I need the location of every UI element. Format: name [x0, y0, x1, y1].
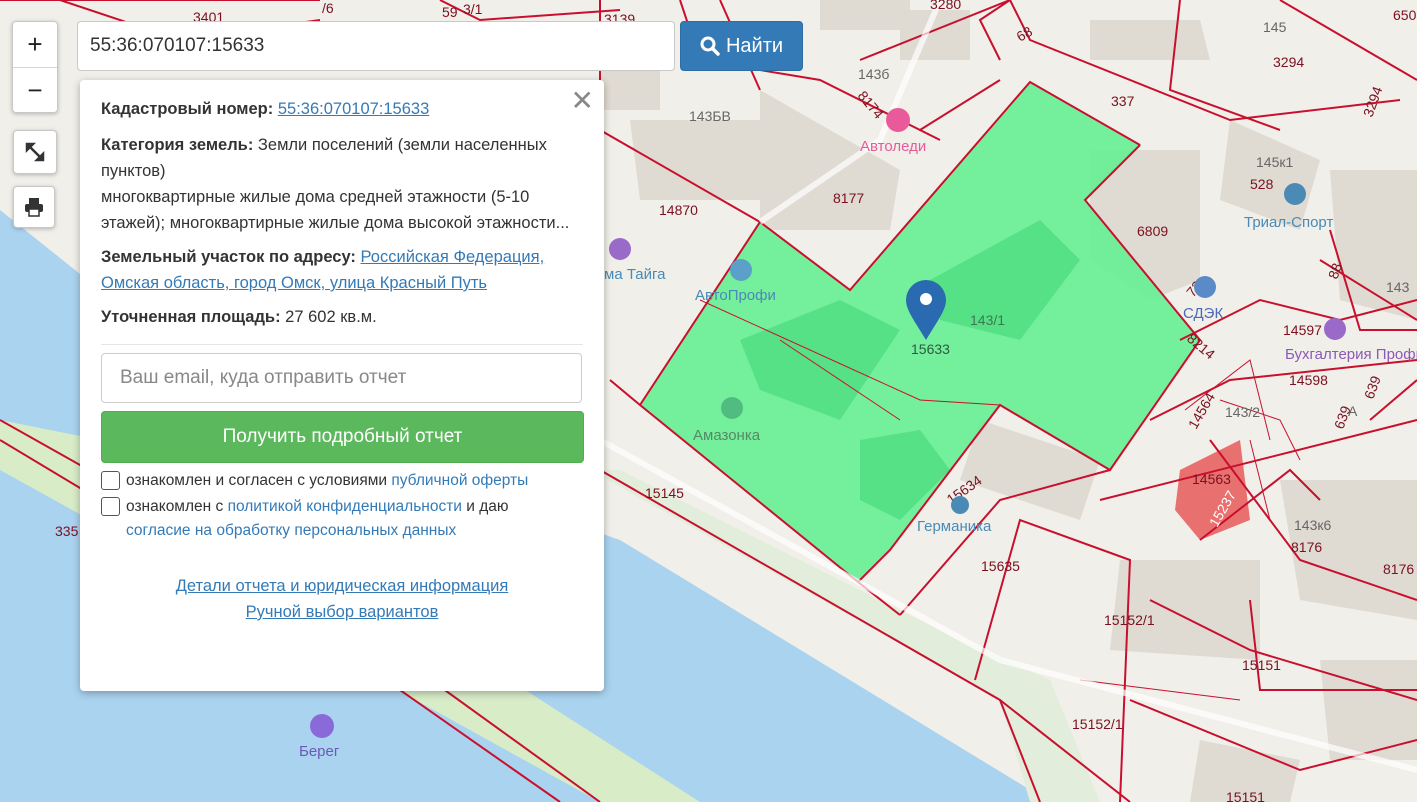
search-button-label: Найти — [725, 34, 784, 57]
svg-text:14598: 14598 — [1289, 372, 1328, 388]
svg-text:8177: 8177 — [833, 190, 864, 206]
svg-text:14597: 14597 — [1283, 322, 1322, 338]
offer-agreement-row: ознакомлен и согласен с условиями публич… — [101, 469, 583, 493]
manual-selection-link[interactable]: Ручной выбор вариантов — [246, 599, 439, 625]
svg-text:15151: 15151 — [1242, 657, 1281, 673]
office-icon — [1324, 318, 1346, 340]
svg-text:15152/1: 15152/1 — [1072, 716, 1123, 732]
svg-text:3/1: 3/1 — [463, 1, 483, 17]
svg-text:143: 143 — [1386, 279, 1410, 295]
expand-icon — [25, 142, 45, 162]
spa-icon — [721, 397, 743, 419]
fullscreen-button[interactable] — [13, 130, 57, 174]
panel-links: Детали отчета и юридическая информация Р… — [101, 573, 583, 625]
svg-text:15635: 15635 — [981, 558, 1020, 574]
privacy-text: ознакомлен с — [126, 498, 228, 515]
close-icon[interactable]: ✕ — [571, 86, 594, 116]
poi-label: Берег — [299, 743, 340, 760]
svg-text:145: 145 — [1263, 19, 1287, 35]
divider — [101, 344, 583, 345]
marker-label: 15633 — [911, 341, 950, 357]
svg-text:8176: 8176 — [1383, 561, 1414, 577]
svg-text:337: 337 — [1111, 93, 1135, 109]
svg-text:8176: 8176 — [1291, 539, 1322, 555]
svg-text:145к1: 145к1 — [1256, 154, 1293, 170]
poi-label: Амазонка — [693, 427, 761, 444]
poi-label: Триал-Спорт — [1244, 214, 1333, 231]
privacy-agreement-row: ознакомлен с политикой конфиденциальност… — [101, 495, 583, 543]
shop-icon — [1284, 183, 1306, 205]
poi-label: Германика — [917, 518, 992, 535]
svg-text:/6: /6 — [322, 0, 334, 16]
poi-label: Бухгалтерия Профи — [1285, 346, 1417, 363]
svg-text:143/2: 143/2 — [1225, 404, 1260, 420]
svg-text:528: 528 — [1250, 176, 1274, 192]
category-label: Категория земель: — [101, 136, 254, 154]
svg-text:143к6: 143к6 — [1294, 517, 1331, 533]
car-service-icon — [730, 259, 752, 281]
privacy-policy-link[interactable]: политикой конфиденциальности — [228, 498, 462, 515]
svg-text:143б: 143б — [858, 66, 889, 82]
poi-label: ма Тайга — [604, 266, 666, 283]
svg-text:650: 650 — [1393, 7, 1417, 23]
usage-text: многоквартирные жилые дома средней этажн… — [101, 188, 570, 232]
svg-text:14563: 14563 — [1192, 471, 1231, 487]
svg-text:А: А — [1348, 403, 1358, 419]
personal-data-consent-link[interactable]: согласие на обработку персональных данны… — [126, 522, 456, 539]
svg-text:15151: 15151 — [1226, 789, 1265, 802]
pharmacy-icon — [951, 496, 969, 514]
cadastral-row: Кадастровый номер: 55:36:070107:15633 — [101, 96, 583, 122]
address-label: Земельный участок по адресу: — [101, 248, 356, 266]
privacy-mid-text: и даю — [461, 498, 509, 515]
get-report-button[interactable]: Получить подробный отчет — [101, 411, 584, 463]
zoom-out-button[interactable]: − — [13, 67, 57, 113]
svg-text:143/1: 143/1 — [970, 312, 1005, 328]
print-icon — [25, 198, 43, 217]
search-input[interactable] — [77, 21, 675, 71]
email-field[interactable] — [101, 353, 582, 403]
category-row: Категория земель: Земли поселений (земли… — [101, 132, 583, 236]
cadastral-label: Кадастровый номер: — [101, 100, 274, 118]
offer-text: ознакомлен и согласен с условиями — [126, 472, 392, 489]
search-icon — [700, 36, 720, 56]
svg-text:3280: 3280 — [930, 0, 961, 12]
delivery-icon — [1194, 276, 1216, 298]
svg-text:335: 335 — [55, 523, 79, 539]
poi-label: СДЭК — [1183, 305, 1223, 322]
cadastral-link[interactable]: 55:36:070107:15633 — [278, 100, 429, 118]
area-value: 27 602 кв.м. — [285, 308, 377, 326]
report-details-link[interactable]: Детали отчета и юридическая информация — [176, 573, 509, 599]
area-label: Уточненная площадь: — [101, 308, 281, 326]
privacy-checkbox[interactable] — [101, 497, 120, 516]
poi-label: Автоледи — [860, 138, 926, 155]
print-button[interactable] — [13, 186, 55, 228]
svg-text:3294: 3294 — [1273, 54, 1304, 70]
beauty-icon — [886, 108, 910, 132]
svg-text:15152/1: 15152/1 — [1104, 612, 1155, 628]
offer-link[interactable]: публичной оферты — [391, 472, 528, 489]
search-button[interactable]: Найти — [680, 21, 803, 71]
svg-text:143БВ: 143БВ — [689, 108, 731, 124]
poi-label: АвтоПрофи — [695, 287, 776, 304]
address-row: Земельный участок по адресу: Российская … — [101, 244, 583, 296]
park-icon — [310, 714, 334, 738]
zoom-control: + − — [12, 21, 58, 113]
svg-text:6809: 6809 — [1137, 223, 1168, 239]
svg-text:15145: 15145 — [645, 485, 684, 501]
area-row: Уточненная площадь: 27 602 кв.м. — [101, 304, 583, 330]
parcel-info-panel: ✕ Кадастровый номер: 55:36:070107:15633 … — [80, 80, 604, 691]
svg-text:14870: 14870 — [659, 202, 698, 218]
offer-checkbox[interactable] — [101, 471, 120, 490]
zoom-in-button[interactable]: + — [13, 22, 57, 67]
place-icon — [609, 238, 631, 260]
svg-text:59: 59 — [442, 4, 458, 20]
